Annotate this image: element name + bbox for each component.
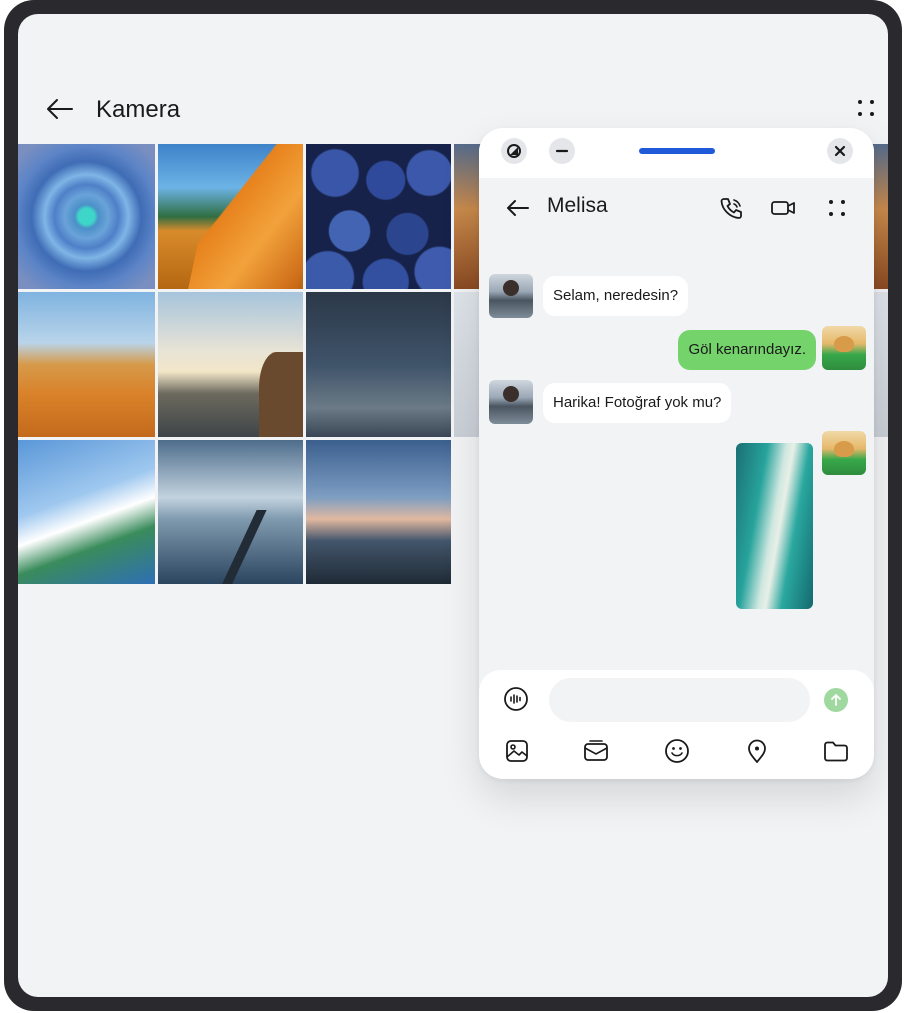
chat-header: Melisa: [479, 178, 874, 238]
composer: [479, 670, 874, 779]
more-dots-icon: [829, 200, 845, 216]
emoji-button[interactable]: [663, 737, 691, 765]
photo-cliff-jump[interactable]: [158, 292, 303, 437]
contact-name: Melisa: [547, 194, 608, 217]
file-button[interactable]: [822, 737, 850, 765]
screen: Kamera Melisa Selam, neredesin? Göl kena…: [18, 14, 888, 997]
avatar[interactable]: [489, 274, 533, 318]
chat-more-button[interactable]: [823, 194, 851, 222]
device-frame: Kamera Melisa Selam, neredesin? Göl kena…: [4, 0, 902, 1011]
close-icon: [834, 145, 846, 157]
floating-chat-window: Melisa Selam, neredesin? Göl kenarındayı…: [479, 128, 874, 779]
emoji-icon: [665, 739, 689, 763]
photo-desert-camels[interactable]: [18, 292, 155, 437]
video-call-icon: [771, 201, 795, 215]
send-arrow-icon: [831, 694, 841, 706]
photo-succulent[interactable]: [18, 144, 155, 289]
window-titlebar: [479, 128, 874, 178]
location-icon: [748, 739, 766, 763]
more-button[interactable]: [854, 96, 878, 120]
call-button[interactable]: [717, 194, 745, 222]
photo-pier[interactable]: [158, 440, 303, 584]
photo-blueberries[interactable]: [306, 144, 451, 289]
message-outgoing[interactable]: Göl kenarındayız.: [678, 330, 816, 370]
message-image[interactable]: [736, 443, 813, 609]
message-list: Selam, neredesin? Göl kenarındayız. Hari…: [479, 238, 874, 668]
arrow-left-icon: [507, 200, 529, 216]
minimize-icon: [555, 149, 569, 153]
message-input[interactable]: [549, 678, 810, 722]
page-title: Kamera: [96, 96, 181, 123]
message-incoming[interactable]: Harika! Fotoğraf yok mu?: [543, 383, 732, 423]
split-screen-button[interactable]: [501, 138, 527, 164]
avatar[interactable]: [489, 380, 533, 424]
send-button[interactable]: [824, 688, 848, 712]
phone-icon: [720, 198, 742, 219]
voice-icon: [504, 687, 528, 711]
message-incoming[interactable]: Selam, neredesin?: [543, 276, 689, 316]
image-icon: [506, 740, 528, 762]
gallery-button[interactable]: [503, 737, 531, 765]
split-screen-icon: [507, 144, 521, 158]
close-button[interactable]: [827, 138, 853, 164]
chat-back-button[interactable]: [503, 194, 531, 222]
avatar[interactable]: [822, 326, 866, 370]
back-button[interactable]: [44, 94, 76, 124]
arrow-left-icon: [47, 99, 73, 119]
photo-fishing-net[interactable]: [306, 292, 451, 437]
more-dots-icon: [858, 100, 874, 116]
video-call-button[interactable]: [769, 194, 797, 222]
avatar[interactable]: [822, 431, 866, 475]
photo-tent[interactable]: [158, 144, 303, 289]
folder-icon: [824, 741, 848, 762]
photo-snowboarder[interactable]: [18, 440, 155, 584]
gallery-header: Kamera: [18, 94, 888, 124]
card-icon: [584, 740, 608, 761]
voice-button[interactable]: [501, 684, 531, 714]
card-button[interactable]: [582, 737, 610, 765]
drag-handle[interactable]: [639, 148, 715, 154]
minimize-button[interactable]: [549, 138, 575, 164]
location-button[interactable]: [743, 737, 771, 765]
photo-dusk-coast[interactable]: [306, 440, 451, 584]
